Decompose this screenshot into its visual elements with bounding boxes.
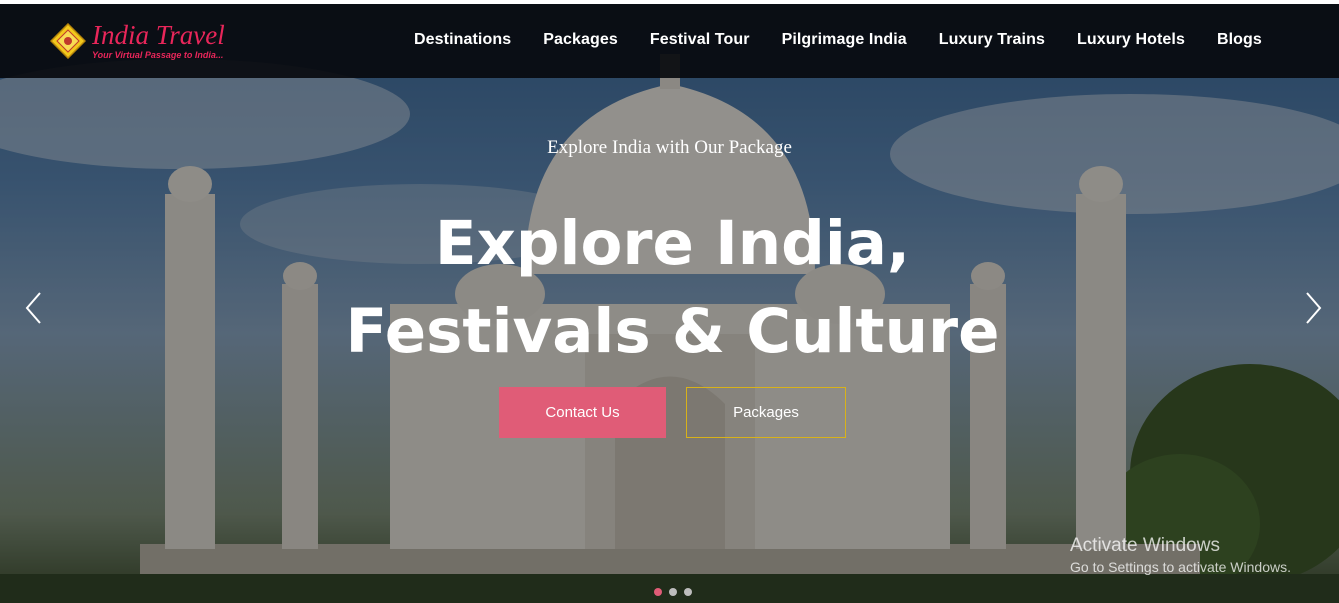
chevron-right-icon[interactable] (1301, 290, 1325, 326)
nav-item-festival-tour[interactable]: Festival Tour (634, 31, 766, 49)
hero-headline: Explore India, Festivals & Culture (0, 200, 1339, 376)
carousel-dot-2[interactable] (669, 588, 677, 596)
contact-us-button[interactable]: Contact Us (499, 387, 666, 438)
carousel-dot-3[interactable] (684, 588, 692, 596)
nav-item-luxury-hotels[interactable]: Luxury Hotels (1061, 31, 1201, 49)
carousel-dot-1[interactable] (654, 588, 662, 596)
chevron-left-icon[interactable] (22, 290, 46, 326)
nav-item-pilgrimage-india[interactable]: Pilgrimage India (766, 31, 923, 49)
main-nav: Destinations Packages Festival Tour Pilg… (398, 31, 1278, 49)
brand-logo[interactable]: India Travel Your Virtual Passage to Ind… (48, 20, 248, 66)
carousel-indicators (654, 588, 692, 596)
watermark-title: Activate Windows (1070, 535, 1220, 556)
diamond-logo-icon (50, 23, 86, 59)
hero-headline-line1: Explore India, (434, 208, 911, 279)
brand-title: India Travel (92, 20, 225, 50)
nav-item-blogs[interactable]: Blogs (1201, 31, 1278, 49)
nav-item-luxury-trains[interactable]: Luxury Trains (923, 31, 1061, 49)
nav-item-packages[interactable]: Packages (527, 31, 634, 49)
nav-item-destinations[interactable]: Destinations (398, 31, 527, 49)
hero-headline-line2: Festivals & Culture (345, 296, 1000, 367)
packages-button[interactable]: Packages (686, 387, 846, 438)
hero-kicker: Explore India with Our Package (547, 137, 792, 158)
activate-windows-watermark: Activate Windows Go to Settings to activ… (1070, 535, 1291, 575)
navbar: India Travel Your Virtual Passage to Ind… (0, 4, 1339, 78)
watermark-subtitle: Go to Settings to activate Windows. (1070, 559, 1291, 575)
brand-tagline: Your Virtual Passage to India... (92, 50, 224, 60)
